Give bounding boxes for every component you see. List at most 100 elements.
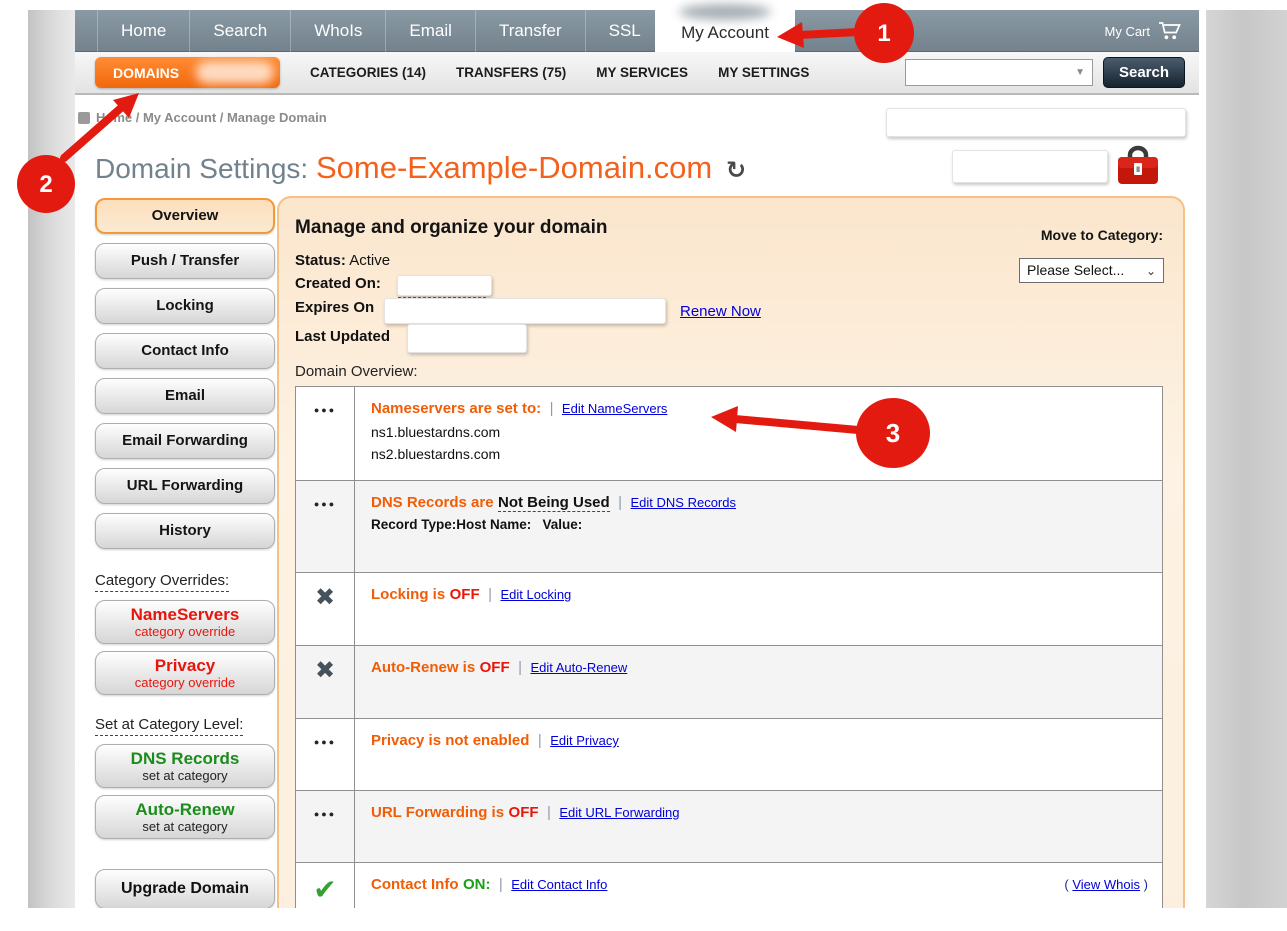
left-gutter bbox=[28, 10, 75, 908]
dots-icon: ●●● bbox=[296, 791, 355, 862]
subnav-domains-button[interactable]: DOMAINS bbox=[95, 57, 280, 88]
sidebar-tab-email-forwarding[interactable]: Email Forwarding bbox=[95, 423, 275, 459]
x-icon: ✖ bbox=[296, 573, 355, 645]
sidebar-button-nameservers-override[interactable]: NameServers category override bbox=[95, 600, 275, 644]
dots-icon: ●●● bbox=[296, 481, 355, 572]
chevron-down-icon: ▼ bbox=[1075, 67, 1085, 78]
nav-tab-ssl[interactable]: SSL bbox=[586, 10, 665, 52]
sidebar-button-auto-renew-category[interactable]: Auto-Renew set at category bbox=[95, 795, 275, 839]
subnav-my-services[interactable]: MY SERVICES bbox=[596, 65, 688, 80]
breadcrumb[interactable]: Home / My Account / Manage Domain bbox=[96, 110, 327, 125]
move-to-category-value: Please Select... bbox=[1027, 262, 1124, 278]
nameservers-override-title: NameServers bbox=[96, 605, 274, 625]
cart-icon bbox=[1158, 21, 1183, 41]
nav-tab-my-account-active[interactable]: My Account bbox=[655, 2, 795, 52]
nav-tab-search[interactable]: Search bbox=[190, 10, 291, 52]
sidebar-tab-url-forwarding[interactable]: URL Forwarding bbox=[95, 468, 275, 504]
table-row-auto-renew: ✖ Auto-Renew is OFF | Edit Auto-Renew bbox=[296, 646, 1162, 719]
separator: | bbox=[618, 494, 622, 511]
redacted-expires-date bbox=[384, 298, 666, 324]
edit-dns-records-link[interactable]: Edit DNS Records bbox=[631, 495, 736, 510]
move-to-category-select[interactable]: Please Select... ⌄ bbox=[1019, 258, 1164, 283]
sidebar-tab-push-transfer[interactable]: Push / Transfer bbox=[95, 243, 275, 279]
sidebar-button-dns-records-category[interactable]: DNS Records set at category bbox=[95, 744, 275, 788]
sidebar-tab-locking[interactable]: Locking bbox=[95, 288, 275, 324]
page-title-prefix: Domain Settings: bbox=[95, 153, 308, 184]
page: Home Search WhoIs Email Transfer SSL My … bbox=[0, 0, 1287, 931]
updated-line: Last Updated bbox=[295, 328, 390, 345]
dots-icon: ●●● bbox=[296, 387, 355, 480]
top-nav: Home Search WhoIs Email Transfer SSL My … bbox=[75, 10, 1199, 52]
locking-status: OFF bbox=[450, 586, 480, 603]
status-label: Status: bbox=[295, 252, 346, 269]
subnav-transfers[interactable]: TRANSFERS (75) bbox=[456, 65, 566, 80]
nameserver-1: ns1.bluestardns.com bbox=[371, 422, 1148, 444]
auto-renew-category-subtitle: set at category bbox=[96, 820, 274, 835]
contact-info-title: Contact Info bbox=[371, 876, 459, 893]
separator: | bbox=[538, 732, 542, 749]
upgrade-domain-button[interactable]: Upgrade Domain bbox=[95, 869, 275, 909]
table-row-dns: ●●● DNS Records are Not Being Used | Edi… bbox=[296, 481, 1162, 573]
privacy-override-title: Privacy bbox=[96, 656, 274, 676]
expires-label: Expires On bbox=[295, 299, 374, 316]
page-title-domain: Some-Example-Domain.com bbox=[316, 150, 712, 185]
edit-auto-renew-link[interactable]: Edit Auto-Renew bbox=[530, 660, 627, 675]
auto-renew-title: Auto-Renew is bbox=[371, 659, 475, 676]
expires-line: Expires On bbox=[295, 299, 374, 316]
separator: | bbox=[550, 400, 554, 417]
redacted-breadcrumb-box bbox=[886, 108, 1186, 137]
main-heading: Manage and organize your domain bbox=[295, 217, 608, 239]
subnav-domains-label: DOMAINS bbox=[113, 65, 179, 81]
subnav-dropdown[interactable]: ▼ bbox=[905, 59, 1093, 86]
nav-tab-transfer[interactable]: Transfer bbox=[476, 10, 586, 52]
sub-nav: DOMAINS CATEGORIES (14) TRANSFERS (75) M… bbox=[75, 52, 1199, 95]
nameserver-2: ns2.bluestardns.com bbox=[371, 444, 1148, 466]
edit-privacy-link[interactable]: Edit Privacy bbox=[550, 733, 619, 748]
refresh-icon[interactable]: ↻ bbox=[726, 157, 746, 184]
table-row-privacy: ●●● Privacy is not enabled | Edit Privac… bbox=[296, 719, 1162, 791]
edit-contact-info-link[interactable]: Edit Contact Info bbox=[511, 877, 607, 892]
auto-renew-category-title: Auto-Renew bbox=[96, 800, 274, 820]
sidebar-button-privacy-override[interactable]: Privacy category override bbox=[95, 651, 275, 695]
domain-overview-table: ●●● Nameservers are set to: | Edit NameS… bbox=[295, 386, 1163, 931]
subnav-search-button[interactable]: Search bbox=[1103, 57, 1185, 88]
bottom-gutter bbox=[0, 908, 1287, 931]
separator: | bbox=[518, 659, 522, 676]
edit-locking-link[interactable]: Edit Locking bbox=[500, 587, 571, 602]
subnav-categories[interactable]: CATEGORIES (14) bbox=[310, 65, 426, 80]
edit-nameservers-link[interactable]: Edit NameServers bbox=[562, 401, 667, 416]
toolbox-icon[interactable] bbox=[1114, 145, 1162, 194]
my-cart-button[interactable]: My Cart bbox=[1105, 10, 1184, 52]
separator: | bbox=[488, 586, 492, 603]
dots-icon: ●●● bbox=[296, 719, 355, 790]
renew-now-link[interactable]: Renew Now bbox=[680, 303, 761, 320]
sidebar-tab-contact-info[interactable]: Contact Info bbox=[95, 333, 275, 369]
sidebar-tab-history[interactable]: History bbox=[95, 513, 275, 549]
sidebar-tab-email[interactable]: Email bbox=[95, 378, 275, 414]
my-cart-label: My Cart bbox=[1105, 24, 1151, 39]
sidebar: Overview Push / Transfer Locking Contact… bbox=[95, 198, 275, 909]
updated-label: Last Updated bbox=[295, 328, 390, 345]
separator: | bbox=[499, 876, 503, 893]
view-whois-wrap: ( View Whois ) bbox=[1064, 877, 1148, 892]
contact-info-status: ON: bbox=[463, 876, 491, 893]
redacted-domains-count bbox=[196, 61, 274, 84]
page-title: Domain Settings: Some-Example-Domain.com… bbox=[95, 150, 746, 186]
table-row-nameservers: ●●● Nameservers are set to: | Edit NameS… bbox=[296, 387, 1162, 481]
table-row-locking: ✖ Locking is OFF | Edit Locking bbox=[296, 573, 1162, 646]
table-row-url-forwarding: ●●● URL Forwarding is OFF | Edit URL For… bbox=[296, 791, 1162, 863]
edit-url-forwarding-link[interactable]: Edit URL Forwarding bbox=[559, 805, 679, 820]
privacy-override-subtitle: category override bbox=[96, 676, 274, 691]
auto-renew-status: OFF bbox=[480, 659, 510, 676]
whois-paren-close: ) bbox=[1140, 877, 1148, 892]
subnav-my-settings[interactable]: MY SETTINGS bbox=[718, 65, 809, 80]
sidebar-tab-overview[interactable]: Overview bbox=[95, 198, 275, 234]
nav-tab-home[interactable]: Home bbox=[97, 10, 190, 52]
nav-tab-whois[interactable]: WhoIs bbox=[291, 10, 386, 52]
view-whois-link[interactable]: View Whois bbox=[1072, 877, 1140, 892]
set-at-category-heading: Set at Category Level: bbox=[95, 716, 243, 736]
nav-tab-email[interactable]: Email bbox=[386, 10, 476, 52]
nameservers-override-subtitle: category override bbox=[96, 625, 274, 640]
right-gutter bbox=[1206, 10, 1287, 908]
redacted-account-name bbox=[679, 4, 771, 20]
